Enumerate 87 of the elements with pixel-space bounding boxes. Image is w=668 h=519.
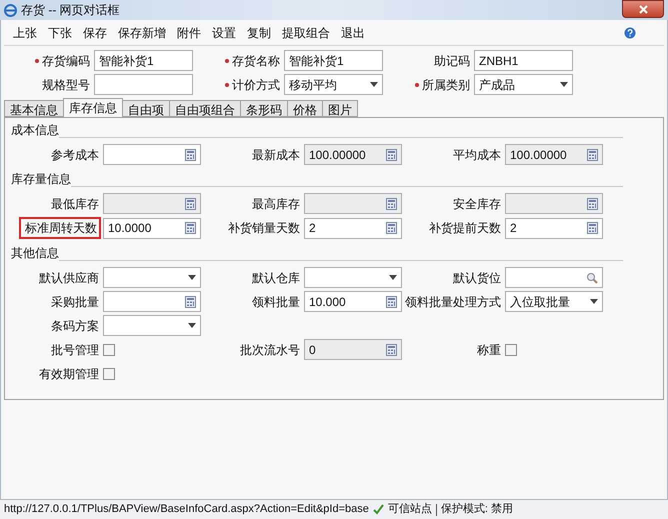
field-label: 所属类别 — [422, 76, 470, 94]
field-label: 批号管理 — [51, 342, 99, 358]
dropdown-caret-icon[interactable] — [188, 275, 196, 280]
tab[interactable]: 图片 — [322, 100, 358, 117]
field-label: 默认供应商 — [39, 270, 99, 286]
toolbar-button[interactable]: 提取组合 — [277, 22, 335, 42]
toolbar-button[interactable]: 复制 — [242, 22, 276, 42]
field-label: 条码方案 — [51, 318, 99, 334]
dropdown-field[interactable] — [304, 267, 402, 288]
window-title: 存货 -- 网页对话框 — [21, 2, 120, 19]
protected-mode-status: 保护模式: 禁用 — [440, 502, 513, 518]
field-label: 有效期管理 — [39, 366, 99, 382]
tab[interactable]: 自由项 — [122, 100, 170, 117]
checkbox[interactable] — [505, 344, 517, 356]
field-label: 存货编码 — [42, 52, 90, 70]
input-field[interactable] — [103, 291, 201, 312]
search-icon[interactable] — [586, 272, 598, 284]
tab[interactable]: 条形码 — [240, 100, 288, 117]
field-label: 最高库存 — [252, 196, 300, 212]
dropdown-caret-icon[interactable] — [188, 323, 196, 328]
input-field[interactable]: 10.000 — [304, 291, 402, 312]
field-label: 领料批量 — [252, 294, 300, 310]
dropdown-field[interactable]: 移动平均 — [284, 74, 383, 95]
toolbar-button[interactable]: 上张 — [8, 22, 42, 42]
toolbar-button[interactable]: 保存新增 — [113, 22, 171, 42]
input-field[interactable] — [103, 144, 201, 165]
security-zone: 可信站点 — [388, 502, 432, 518]
field-label: 助记码 — [434, 52, 470, 70]
toolbar-button[interactable]: 退出 — [336, 22, 370, 42]
field-label: 规格型号 — [42, 76, 90, 94]
tab[interactable]: 库存信息 — [63, 98, 123, 117]
input-field[interactable]: 智能补货1 — [94, 50, 193, 71]
field-label: 平均成本 — [453, 146, 501, 164]
calculator-icon[interactable] — [587, 222, 598, 234]
input-field[interactable]: 2 — [505, 218, 603, 238]
tab[interactable]: 自由项组合 — [169, 100, 241, 117]
field-label: 批次流水号 — [240, 342, 300, 358]
section-title: 库存量信息 — [11, 171, 71, 188]
dropdown-caret-icon[interactable] — [389, 275, 397, 280]
dropdown-caret-icon[interactable] — [590, 299, 598, 304]
field-label: 安全库存 — [453, 196, 501, 212]
dropdown-field[interactable] — [103, 315, 201, 336]
field-label: 默认货位 — [453, 270, 501, 286]
input-field[interactable]: 10.0000 — [103, 218, 201, 238]
tab[interactable]: 价格 — [287, 100, 323, 117]
calculator-icon[interactable] — [185, 148, 196, 160]
section-title: 成本信息 — [11, 122, 59, 139]
close-icon — [638, 4, 648, 14]
toolbar-button[interactable]: 附件 — [172, 22, 206, 42]
field-label: 采购批量 — [51, 294, 99, 310]
field-label: 领料批量处理方式 — [405, 294, 501, 310]
close-button[interactable] — [622, 0, 664, 18]
checkbox[interactable] — [103, 368, 115, 380]
browser-icon — [4, 4, 17, 16]
calculator-icon[interactable] — [185, 296, 196, 308]
tab[interactable]: 基本信息 — [4, 100, 64, 117]
field-label: 最新成本 — [252, 146, 300, 164]
field-label: 称重 — [477, 342, 501, 358]
field-label: 存货名称 — [232, 52, 280, 70]
highlighted-label: 标准周转天数 — [19, 217, 101, 239]
calculator-icon[interactable] — [386, 222, 397, 234]
input-field[interactable]: 智能补货1 — [284, 50, 383, 71]
calculator-icon[interactable] — [185, 222, 196, 234]
toolbar-button[interactable]: 设置 — [207, 22, 241, 42]
dropdown-field[interactable] — [103, 267, 201, 288]
dropdown-caret-icon[interactable] — [370, 82, 378, 87]
help-icon[interactable] — [624, 26, 636, 38]
field-label: 最低库存 — [51, 196, 99, 212]
field-label: 计价方式 — [232, 76, 280, 94]
section-title: 其他信息 — [11, 245, 59, 262]
dropdown-caret-icon[interactable] — [560, 82, 568, 87]
field-label: 补货销量天数 — [228, 220, 300, 237]
input-field[interactable] — [94, 74, 193, 95]
status-url: http://127.0.0.1/TPlus/BAPView/BaseInfoCard.aspx?Action=Edit&pId=base — [4, 502, 369, 518]
calculator-icon[interactable] — [386, 296, 397, 308]
toolbar-button[interactable]: 下张 — [43, 22, 77, 42]
checkbox[interactable] — [103, 344, 115, 356]
input-field[interactable]: 2 — [304, 218, 402, 238]
toolbar-button[interactable]: 保存 — [78, 22, 112, 42]
field-label: 补货提前天数 — [429, 220, 501, 237]
field-label: 参考成本 — [51, 146, 99, 164]
field-label: 默认仓库 — [252, 270, 300, 286]
input-field[interactable] — [505, 267, 603, 288]
dropdown-field[interactable]: 入位取批量 — [505, 291, 603, 312]
dropdown-field[interactable]: 产成品 — [474, 74, 573, 95]
input-field[interactable]: ZNBH1 — [474, 50, 573, 71]
check-icon — [372, 504, 384, 515]
